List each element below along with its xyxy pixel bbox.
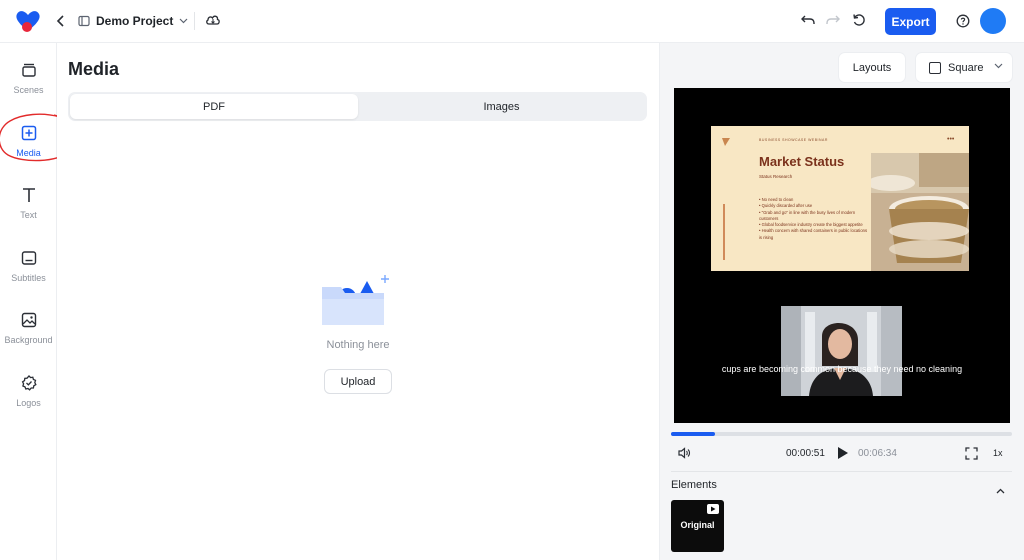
play-badge-icon — [707, 504, 719, 514]
app-logo-icon[interactable] — [14, 9, 42, 33]
sidebar-item-label: Scenes — [13, 85, 44, 95]
chevron-up-icon[interactable] — [996, 481, 1005, 499]
subtitles-icon — [18, 247, 40, 269]
help-icon[interactable] — [956, 14, 970, 33]
video-canvas[interactable]: BUSINESS SHOWCASE WEBINAR ••• Market Sta… — [674, 88, 1010, 423]
scenes-icon — [18, 59, 40, 81]
media-panel: Media PDF Images Nothing here Upload — [57, 43, 659, 560]
upload-button[interactable]: Upload — [324, 369, 392, 394]
slide-subtitle: Status Research — [759, 174, 793, 179]
sidebar-item-background[interactable]: Background — [0, 303, 57, 359]
redo-icon[interactable] — [825, 13, 841, 32]
layouts-button[interactable]: Layouts — [839, 53, 905, 82]
playback-progress[interactable] — [671, 432, 1012, 436]
avatar[interactable] — [980, 8, 1006, 34]
preview-panel: Layouts Square BUSINESS SHOWCASE WEBINAR… — [659, 43, 1024, 560]
chevron-left-icon — [56, 15, 64, 27]
elements-heading: Elements — [671, 479, 717, 491]
text-icon — [18, 184, 40, 206]
volume-icon[interactable] — [677, 446, 691, 465]
current-time: 00:00:51 — [786, 448, 825, 459]
slide-title: Market Status — [759, 154, 845, 169]
empty-folder-illustration — [322, 275, 389, 325]
divider — [671, 471, 1012, 472]
sidebar-item-scenes[interactable]: Scenes — [0, 53, 57, 109]
app-window: Demo Project Export Scenes Media Text Su… — [0, 0, 1024, 560]
background-icon — [18, 309, 40, 331]
tab-pdf[interactable]: PDF — [70, 94, 358, 119]
slide-preview[interactable]: BUSINESS SHOWCASE WEBINAR ••• Market Sta… — [711, 126, 969, 271]
reset-icon[interactable] — [851, 12, 867, 33]
list-item: • Health concern with shared containers … — [759, 228, 868, 240]
subtitle-caption: cups are becoming common because they ne… — [721, 364, 963, 374]
empty-state-text: Nothing here — [326, 339, 390, 351]
sidebar-item-media[interactable]: Media — [0, 116, 57, 172]
cloud-save-icon[interactable] — [205, 13, 221, 32]
fullscreen-icon[interactable] — [965, 447, 978, 465]
project-name: Demo Project — [96, 14, 174, 28]
square-icon — [929, 61, 941, 74]
more-icon: ••• — [947, 136, 955, 143]
project-selector[interactable]: Demo Project — [78, 11, 188, 31]
paper-cups-image — [871, 153, 969, 271]
aspect-ratio-label: Square — [948, 61, 984, 74]
element-card-label: Original — [680, 520, 715, 530]
sidebar-item-label: Text — [20, 210, 37, 220]
page-title: Media — [68, 59, 120, 79]
slide-accent-bar — [723, 204, 725, 260]
sidebar-item-label: Logos — [16, 398, 41, 408]
slide-logo-icon — [722, 138, 730, 146]
divider — [194, 12, 195, 30]
playback-speed[interactable]: 1x — [993, 448, 1003, 458]
chevron-down-icon — [179, 18, 188, 24]
slide-kicker: BUSINESS SHOWCASE WEBINAR — [759, 138, 828, 142]
undo-icon[interactable] — [800, 13, 816, 32]
sidebar-item-logos[interactable]: Logos — [0, 366, 57, 422]
media-tabs: PDF Images — [68, 92, 647, 121]
tab-images[interactable]: Images — [358, 94, 645, 119]
top-bar: Demo Project Export — [0, 0, 1024, 43]
sidebar-item-subtitles[interactable]: Subtitles — [0, 241, 57, 297]
project-frame-icon — [78, 15, 90, 27]
list-item: • "Grab and go" in line with the busy li… — [759, 209, 856, 221]
chevron-down-icon — [994, 63, 1003, 69]
back-button[interactable] — [52, 12, 68, 30]
aspect-ratio-select[interactable]: Square — [916, 53, 1012, 82]
progress-fill — [671, 432, 716, 436]
export-button[interactable]: Export — [885, 8, 936, 35]
sidebar-item-label: Media — [16, 148, 41, 158]
element-card[interactable]: Original — [671, 500, 724, 552]
sidebar-item-label: Background — [4, 335, 53, 345]
sidebar-item-text[interactable]: Text — [0, 178, 57, 234]
left-rail: Scenes Media Text Subtitles Background L… — [0, 43, 57, 560]
total-time: 00:06:34 — [858, 448, 897, 459]
slide-bullets: • No need to clean • Quickly discarded a… — [759, 197, 871, 241]
logos-icon — [18, 372, 40, 394]
play-icon[interactable] — [836, 446, 849, 465]
sidebar-item-label: Subtitles — [11, 273, 46, 283]
presenter-video[interactable] — [781, 306, 902, 396]
media-plus-icon — [18, 122, 40, 144]
